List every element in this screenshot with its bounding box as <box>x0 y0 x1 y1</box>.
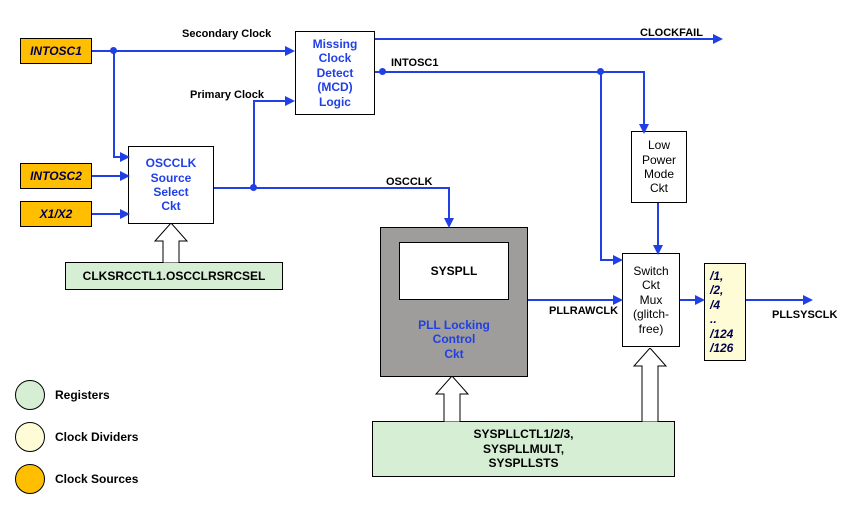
legend-sources-label: Clock Sources <box>55 472 138 486</box>
arrow-primary-mcd <box>285 96 295 106</box>
line-primary-up <box>253 100 255 189</box>
wide-arrow-clksrcctl <box>151 223 191 263</box>
legend-registers-icon <box>15 380 45 410</box>
arrow-intosc1-lpm <box>639 124 649 134</box>
arrow-x1x2 <box>120 209 130 219</box>
register-clksrcctl: CLKSRCCTL1.OSCCLRSRCSEL <box>65 262 283 290</box>
arrow-intosc2 <box>120 171 130 181</box>
line-oscclk-down <box>448 187 450 221</box>
line-oscclk-out <box>214 187 254 189</box>
line-intosc1-lpm <box>643 71 645 128</box>
line-clockfail <box>375 38 715 40</box>
legend-sources-icon <box>15 464 45 494</box>
dot-mcd-intosc1 <box>379 68 386 75</box>
line-intosc1-down <box>113 50 115 158</box>
line-x1x2 <box>92 213 122 215</box>
arrow-pllsysclk <box>803 295 813 305</box>
wide-arrow-syspll-pll <box>432 376 472 422</box>
block-mcd: Missing Clock Detect (MCD) Logic <box>295 31 375 115</box>
line-pllraw <box>528 299 616 301</box>
block-pll-control: PLL Locking Control Ckt <box>381 318 527 361</box>
dot-intosc1-branch <box>597 68 604 75</box>
line-lpm-mux <box>657 203 659 248</box>
label-intosc1-signal: INTOSC1 <box>391 57 438 69</box>
arrow-intosc1-mux <box>613 255 623 265</box>
arrow-intosc1-select <box>120 152 130 162</box>
source-x1x2: X1/X2 <box>20 201 92 227</box>
line-pllsysclk <box>746 299 806 301</box>
block-divider: /1, /2, /4 .. /124 /126 <box>704 263 746 361</box>
line-intosc1-mux <box>600 71 602 261</box>
label-secondary-clock: Secondary Clock <box>182 28 271 40</box>
block-oscclk-select: OSCCLK Source Select Ckt <box>128 146 214 224</box>
block-lpm: Low Power Mode Ckt <box>631 131 687 203</box>
legend-dividers-icon <box>15 422 45 452</box>
line-primary-right <box>253 100 288 102</box>
label-pllrawclk: PLLRAWCLK <box>549 305 618 317</box>
arrow-pllraw <box>613 295 623 305</box>
arrow-lpm-mux <box>653 245 663 255</box>
block-switch-mux: Switch Ckt Mux (glitch- free) <box>622 253 680 347</box>
source-intosc1: INTOSC1 <box>20 38 92 64</box>
label-pllsysclk: PLLSYSCLK <box>772 309 837 321</box>
arrow-mux-div <box>695 295 705 305</box>
legend-registers-label: Registers <box>55 388 110 402</box>
legend-dividers-label: Clock Dividers <box>55 430 138 444</box>
line-mcd-intosc1 <box>375 71 645 73</box>
wide-arrow-syspll-mux <box>630 348 670 422</box>
line-intosc1-mcd <box>92 50 287 52</box>
line-intosc2 <box>92 175 122 177</box>
register-syspll-regs: SYSPLLCTL1/2/3, SYSPLLMULT, SYSPLLSTS <box>372 421 675 477</box>
line-oscclk-pll <box>253 187 450 189</box>
pll-container: SYSPLL PLL Locking Control Ckt <box>380 227 528 377</box>
source-intosc2: INTOSC2 <box>20 163 92 189</box>
arrow-clockfail <box>713 34 723 44</box>
arrow-intosc1-mcd <box>285 46 295 56</box>
block-syspll: SYSPLL <box>399 242 509 300</box>
arrow-oscclk-pll <box>444 218 454 228</box>
